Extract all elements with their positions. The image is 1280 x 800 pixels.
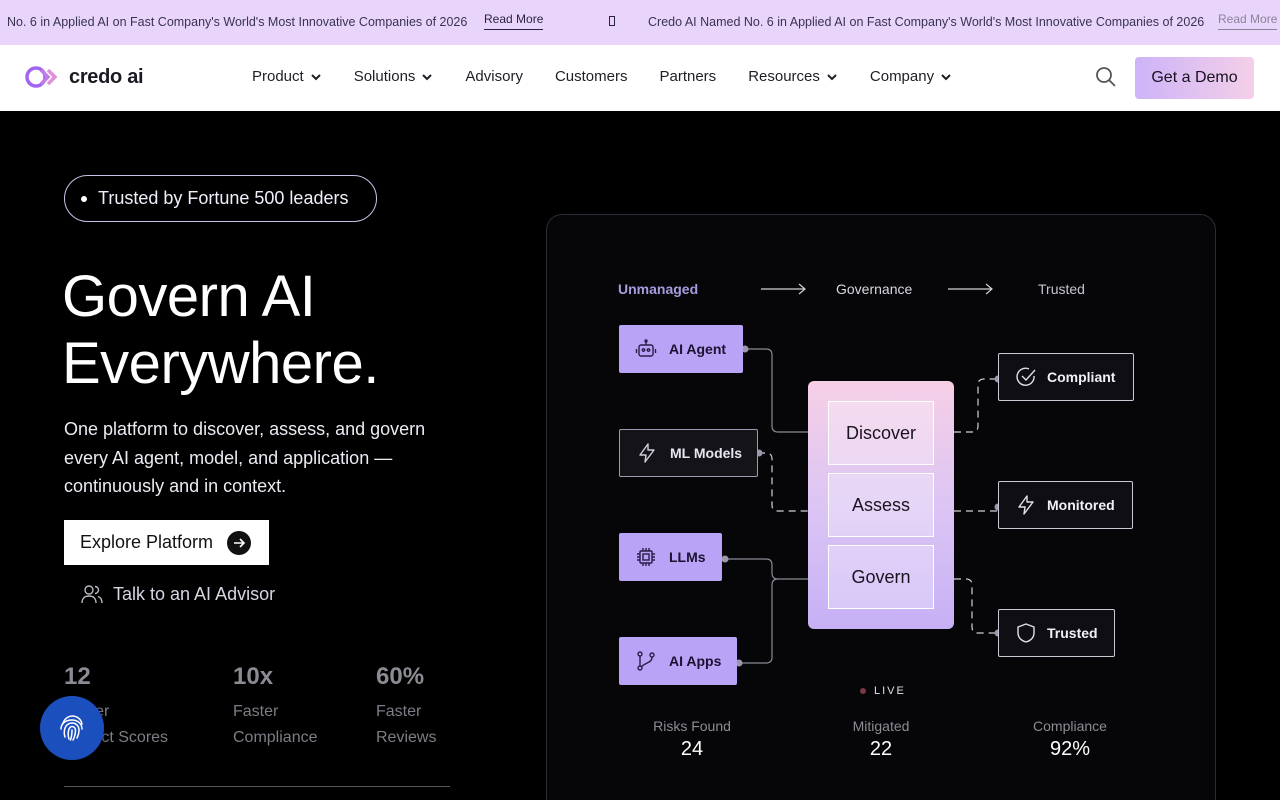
- shield-icon: [1017, 623, 1035, 643]
- live-label: LIVE: [874, 685, 906, 697]
- source-ai-agent[interactable]: AI Agent: [619, 325, 743, 373]
- source-ml-models[interactable]: ML Models: [619, 429, 758, 477]
- outcome-label: Monitored: [1047, 497, 1115, 513]
- robot-icon: [635, 339, 657, 357]
- stage-label-unmanaged: Unmanaged: [618, 281, 699, 297]
- metric-risks-found: Risks Found 24: [622, 718, 762, 761]
- outcome-trusted[interactable]: Trusted: [998, 609, 1115, 657]
- lightning-icon: [1018, 495, 1034, 515]
- metric-mitigated: Mitigated 22: [811, 718, 951, 761]
- governance-core: Discover Assess Govern: [808, 381, 954, 629]
- metric-value: 24: [680, 738, 704, 760]
- source-label: AI Agent: [669, 341, 727, 357]
- source-label: ML Models: [670, 445, 743, 461]
- core-step-govern[interactable]: Govern: [828, 545, 934, 609]
- metric-value: 22: [869, 738, 893, 760]
- metric-label: Risks Found: [653, 718, 731, 734]
- chip-icon: [637, 548, 655, 566]
- source-label: AI Apps: [669, 653, 722, 669]
- branch-icon: [637, 651, 655, 671]
- metric-label: Compliance: [1033, 718, 1107, 734]
- live-indicator: LIVE: [860, 685, 906, 697]
- source-ai-apps[interactable]: AI Apps: [619, 637, 737, 685]
- stage-label-trusted: Trusted: [1038, 281, 1085, 297]
- source-label: LLMs: [669, 549, 706, 565]
- metric-label: Mitigated: [852, 718, 910, 734]
- core-step-assess[interactable]: Assess: [828, 473, 934, 537]
- core-step-discover[interactable]: Discover: [828, 401, 934, 465]
- metric-value: 92%: [1049, 738, 1091, 760]
- stage-label-governance: Governance: [836, 281, 913, 297]
- check-circle-icon: [1016, 367, 1036, 386]
- outcome-label: Compliant: [1047, 369, 1116, 385]
- live-dot-icon: [860, 688, 866, 694]
- source-llms[interactable]: LLMs: [619, 533, 722, 581]
- outcome-monitored[interactable]: Monitored: [998, 481, 1133, 529]
- outcome-label: Trusted: [1047, 625, 1098, 641]
- outcome-compliant[interactable]: Compliant: [998, 353, 1134, 401]
- lightning-icon: [639, 443, 655, 463]
- metric-compliance: Compliance 92%: [1000, 718, 1140, 761]
